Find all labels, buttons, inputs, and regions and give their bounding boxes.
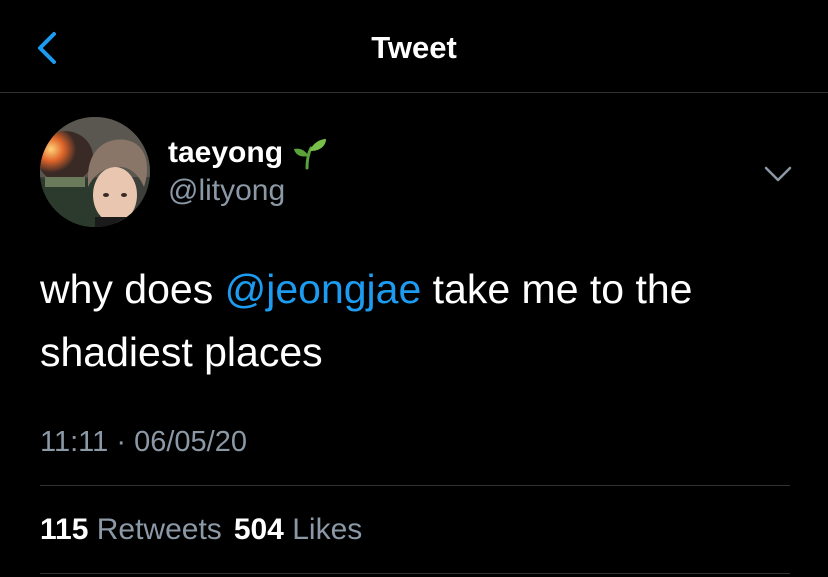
top-bar: Tweet [0,0,828,93]
page-title: Tweet [371,30,457,65]
avatar-image [40,117,150,227]
author-name-row[interactable]: taeyong [168,133,327,173]
tweet-date: 06/05/20 [134,426,247,458]
divider [40,573,790,574]
retweets-count: 115 [40,513,89,546]
likes-stat[interactable]: 504 Likes [234,511,362,549]
tweet-time: 11:11 [40,426,109,458]
mention-link[interactable]: @jeongjae [225,266,422,312]
retweets-stat[interactable]: 115 Retweets [40,511,222,549]
author-display-name: taeyong [168,136,284,169]
sprout-icon [294,139,327,170]
likes-count: 504 [233,513,284,546]
tweet-stats: 115 Retweets 504 Likes [40,511,362,549]
tweet-text-part: why does [40,266,225,312]
author-handle[interactable]: @lityong [168,172,285,210]
timestamp-separator: · [116,426,127,458]
likes-label: Likes [292,513,363,546]
more-options-button[interactable] [760,156,796,192]
tweet-text: why does @jeongjae take me to the shadie… [40,258,800,384]
tweet-timestamp: 11:11 · 06/05/20 [40,424,247,460]
retweets-label: Retweets [96,513,222,546]
chevron-down-icon [764,166,792,182]
avatar[interactable] [40,117,150,227]
divider [40,485,790,486]
